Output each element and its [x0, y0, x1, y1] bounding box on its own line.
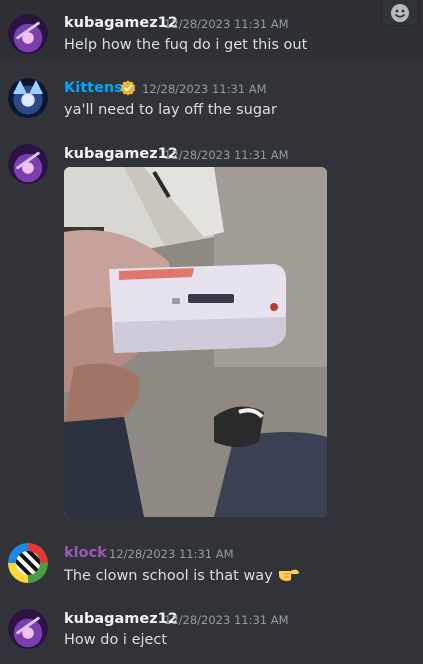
message-text: How do i eject — [64, 632, 168, 648]
image-attachment[interactable] — [64, 167, 327, 517]
message-text: ya'll need to lay off the sugar — [64, 102, 277, 118]
avatar[interactable] — [8, 78, 48, 118]
timestamp: 12/28/2023 11:31 AM — [109, 547, 234, 561]
username[interactable]: kubagamez12 — [64, 610, 178, 628]
verified-badge-icon — [120, 80, 136, 96]
add-reaction-button[interactable] — [381, 0, 419, 26]
pointing-right-hand-icon — [278, 569, 299, 581]
message-text: Help how the fuq do i get this out — [64, 37, 308, 53]
timestamp: 12/28/2023 11:31 AM — [164, 613, 289, 627]
timestamp: 12/28/2023 11:31 AM — [164, 148, 289, 162]
avatar[interactable] — [8, 14, 48, 54]
avatar[interactable] — [8, 543, 48, 583]
message-text: The clown school is that way — [64, 565, 301, 586]
smiley-face-icon — [391, 3, 409, 22]
photo-card-reader — [64, 167, 327, 517]
username[interactable]: Kittens — [64, 79, 123, 97]
timestamp: 12/28/2023 11:31 AM — [164, 17, 289, 31]
message-text-content: The clown school is that way — [64, 568, 273, 584]
username[interactable]: kubagamez12 — [64, 14, 178, 32]
message-4[interactable]: klock 12/28/2023 11:31 AM The clown scho… — [0, 535, 423, 587]
avatar[interactable] — [8, 609, 48, 649]
timestamp: 12/28/2023 11:31 AM — [142, 82, 267, 96]
username[interactable]: kubagamez12 — [64, 145, 178, 163]
message-5[interactable]: kubagamez12 12/28/2023 11:31 AM How do i… — [0, 600, 423, 664]
message-1[interactable]: kubagamez12 12/28/2023 11:31 AM Help how… — [0, 0, 423, 60]
message-2[interactable]: Kittens 12/28/2023 11:31 AM ya'll need t… — [0, 72, 423, 124]
username[interactable]: klock — [64, 544, 107, 562]
avatar[interactable] — [8, 144, 48, 184]
